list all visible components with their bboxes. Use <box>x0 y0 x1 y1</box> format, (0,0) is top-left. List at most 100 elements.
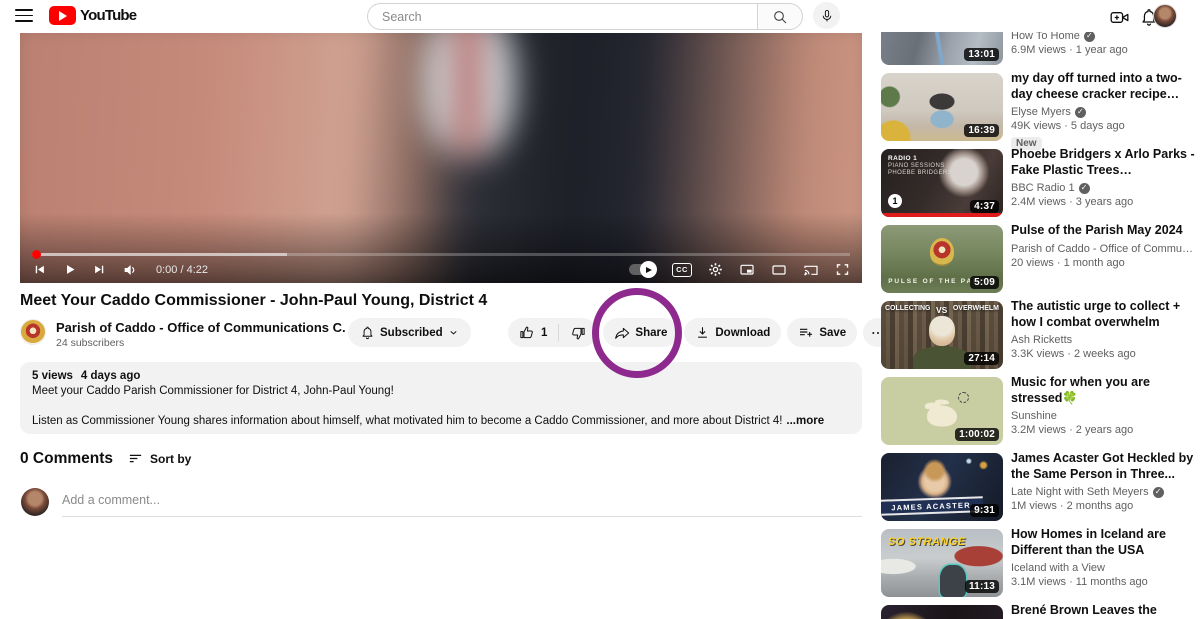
like-count: 1 <box>541 327 547 339</box>
channel-row[interactable]: BBC Radio 1 ✓ <box>1011 181 1197 195</box>
volume-button[interactable] <box>122 262 138 278</box>
next-button[interactable] <box>92 262 107 277</box>
channel-name[interactable]: Parish of Caddo - Office of Commun... <box>1011 242 1197 256</box>
channel-row[interactable]: Ash Ricketts ✓ <box>1011 333 1197 347</box>
video-duration-badge: 9:31 <box>970 504 999 517</box>
share-button[interactable]: Share <box>603 318 678 347</box>
show-more-link[interactable]: ...more <box>786 415 824 427</box>
channel-avatar[interactable] <box>20 319 46 345</box>
save-label: Save <box>819 327 846 339</box>
time-display: 0:00 / 4:22 <box>156 264 208 276</box>
sidebar-video-item[interactable]: JAMES ACASTER 9:31 James Acaster Got Hec… <box>881 453 1197 521</box>
save-button[interactable]: Save <box>787 318 857 347</box>
subscribed-label: Subscribed <box>380 327 443 339</box>
comments-count-header: 0 Comments <box>20 450 113 468</box>
sidebar-video-item[interactable]: PULSE OF THE PARISH 5:09 Pulse of the Pa… <box>881 225 1197 293</box>
hamburger-menu-button[interactable] <box>15 9 33 22</box>
download-button[interactable]: Download <box>684 318 781 347</box>
video-info: Brené Brown Leaves the Audience SPEECHLE… <box>1011 603 1197 619</box>
create-button[interactable] <box>1108 6 1130 28</box>
video-meta: 3.2M views · 2 years ago <box>1011 423 1197 437</box>
youtube-watch-page: 13:01 How To Home ✓ 6.9M views · 1 year … <box>0 0 1200 619</box>
miniplayer-button[interactable] <box>739 262 755 278</box>
dislike-button[interactable] <box>559 318 597 347</box>
sidebar-video-item[interactable]: "DO NOT Brené Brown Leaves the Audience … <box>881 605 1197 619</box>
video-title[interactable]: James Acaster Got Heckled by the Same Pe… <box>1011 451 1197 482</box>
channel-row[interactable]: Parish of Caddo - Office of Commun... ✓ <box>1011 242 1197 256</box>
video-meta: 20 views · 1 month ago <box>1011 256 1197 270</box>
channel-name[interactable]: BBC Radio 1 <box>1011 181 1075 195</box>
video-title[interactable]: Pulse of the Parish May 2024 <box>1011 223 1197 239</box>
video-duration-badge: 4:37 <box>970 200 999 213</box>
chevron-down-icon <box>448 327 459 338</box>
sidebar-video-item[interactable]: SO STRANGE 11:13 How Homes in Iceland ar… <box>881 529 1197 597</box>
share-icon <box>614 325 630 341</box>
captions-button[interactable]: CC <box>672 263 692 277</box>
sidebar-video-item[interactable]: 16:39 my day off turned into a two-day c… <box>881 73 1197 141</box>
play-button[interactable] <box>62 262 77 277</box>
bell-icon <box>360 325 375 340</box>
video-meta: 3.1M views · 11 months ago <box>1011 575 1197 589</box>
video-thumbnail[interactable]: 16:39 <box>881 73 1003 141</box>
youtube-logo[interactable]: YouTube <box>49 6 136 25</box>
sidebar-video-item[interactable]: 1:00:02 Music for when you are stressed🍀… <box>881 377 1197 445</box>
cast-button[interactable] <box>803 262 819 278</box>
video-title[interactable]: my day off turned into a two-day cheese … <box>1011 71 1197 102</box>
channel-row[interactable]: Iceland with a View ✓ <box>1011 561 1197 575</box>
channel-row[interactable]: Sunshine ✓ <box>1011 409 1197 423</box>
verified-badge-icon: ✓ <box>1153 487 1164 498</box>
voice-search-button[interactable] <box>813 2 840 29</box>
sort-by-button[interactable]: Sort by <box>128 451 191 466</box>
video-thumbnail[interactable]: JAMES ACASTER 9:31 <box>881 453 1003 521</box>
video-title[interactable]: How Homes in Iceland are Different than … <box>1011 527 1197 558</box>
like-dislike-group: 1 <box>508 318 597 347</box>
search-input[interactable] <box>367 3 757 30</box>
video-meta: 6.9M views · 1 year ago <box>1011 43 1197 57</box>
sidebar-video-item[interactable]: COLLECTINGVSOVERWHELM 27:14 The autistic… <box>881 301 1197 369</box>
sidebar-video-item[interactable]: RADIO 1PIANO SESSIONSPHOEBE BRIDGERS 4:3… <box>881 149 1197 217</box>
previous-button[interactable] <box>32 262 47 277</box>
video-title[interactable]: Phoebe Bridgers x Arlo Parks - Fake Plas… <box>1011 147 1197 178</box>
autoplay-toggle[interactable] <box>629 264 656 275</box>
video-thumbnail[interactable]: 1:00:02 <box>881 377 1003 445</box>
subscribed-button[interactable]: Subscribed <box>348 318 471 347</box>
video-thumbnail[interactable]: COLLECTINGVSOVERWHELM 27:14 <box>881 301 1003 369</box>
channel-name[interactable]: Late Night with Seth Meyers <box>1011 485 1149 499</box>
channel-row[interactable]: Late Night with Seth Meyers ✓ <box>1011 485 1197 499</box>
video-thumbnail[interactable]: SO STRANGE 11:13 <box>881 529 1003 597</box>
theater-mode-button[interactable] <box>771 262 787 278</box>
add-comment-input[interactable]: Add a comment... <box>62 493 862 517</box>
download-icon <box>695 325 710 340</box>
description-box[interactable]: 5 views4 days ago Meet your Caddo Parish… <box>20 362 862 434</box>
video-player[interactable]: 0:00 / 4:22 CC <box>20 33 862 283</box>
video-title[interactable]: The autistic urge to collect + how I com… <box>1011 299 1197 330</box>
video-info: How Homes in Iceland are Different than … <box>1011 527 1197 597</box>
like-button[interactable]: 1 <box>508 318 558 347</box>
video-title[interactable]: Brené Brown Leaves the Audience SPEECHLE… <box>1011 603 1197 619</box>
youtube-play-icon <box>49 6 76 25</box>
search-button[interactable] <box>757 3 803 30</box>
fullscreen-button[interactable] <box>835 262 850 277</box>
channel-row[interactable]: Elyse Myers ✓ <box>1011 105 1197 119</box>
watch-channel-name[interactable]: Parish of Caddo - Office of Communicatio… <box>56 320 346 335</box>
channel-name[interactable]: Iceland with a View <box>1011 561 1105 575</box>
settings-button[interactable] <box>708 262 723 277</box>
video-duration-badge: 16:39 <box>964 124 999 137</box>
video-title[interactable]: Music for when you are stressed🍀 <box>1011 375 1197 406</box>
publish-date: 4 days ago <box>81 370 140 382</box>
video-thumbnail[interactable]: RADIO 1PIANO SESSIONSPHOEBE BRIDGERS 4:3… <box>881 149 1003 217</box>
download-label: Download <box>715 327 770 339</box>
channel-name[interactable]: Elyse Myers <box>1011 105 1071 119</box>
video-duration-badge: 11:13 <box>965 580 999 593</box>
search-bar <box>367 3 803 30</box>
channel-name[interactable]: Sunshine <box>1011 409 1057 423</box>
channel-name[interactable]: Ash Ricketts <box>1011 333 1072 347</box>
search-icon <box>772 9 788 25</box>
save-playlist-icon <box>798 325 814 341</box>
video-thumbnail[interactable]: PULSE OF THE PARISH 5:09 <box>881 225 1003 293</box>
video-thumbnail[interactable]: "DO NOT <box>881 605 1003 619</box>
video-meta: 1M views · 2 months ago <box>1011 499 1197 513</box>
masthead: YouTube <box>0 0 1200 32</box>
thumbs-up-icon <box>519 325 535 341</box>
account-avatar[interactable] <box>1153 4 1177 28</box>
